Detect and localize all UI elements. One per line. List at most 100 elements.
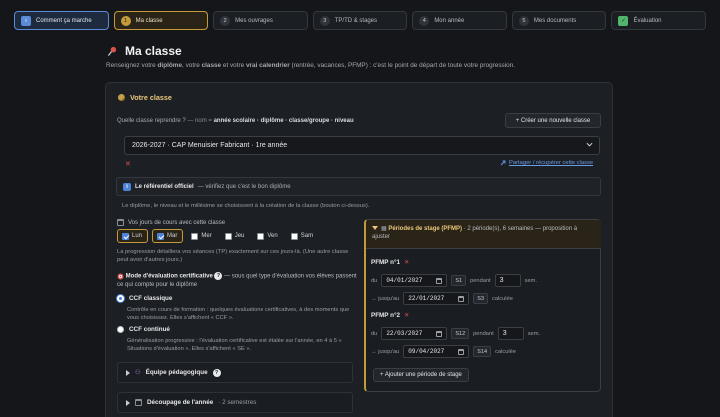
week-badge: S12 [451,328,470,339]
stage-periods-header[interactable]: ▦ Périodes de stage (PFMP) · 2 période(s… [366,220,601,249]
step-number: 2 [220,15,231,26]
delete-period-icon[interactable]: ✕ [404,259,409,266]
step-mon-annee[interactable]: 4 Mon année [412,11,507,30]
expand-icon [126,399,130,406]
team-icon: ⚇ [135,369,141,376]
card-title: Votre classe [118,93,172,102]
pfmp-1-title: PFMP n°1 ✕ [371,259,410,266]
checkbox[interactable] [122,232,129,240]
pfmp-1-weeks-input[interactable]: 3 [494,274,521,287]
day-checkbox-lun[interactable]: Lun [117,229,149,243]
calendar-icon [458,348,465,355]
info-icon: i [21,15,31,26]
help-icon[interactable]: ? [212,368,221,377]
step-mes-documents[interactable]: 5 Mes documents [511,11,607,30]
page-title-text: Ma classe [125,44,182,58]
step-label: TP/TD & stages [334,17,378,24]
step-number: 4 [419,15,430,26]
building-icon: ▦ [381,226,387,232]
checkbox[interactable] [257,232,265,240]
add-stage-period-button[interactable]: + Ajouter une période de stage [373,368,469,382]
referentiel-title: Le référentiel officiel [135,183,194,190]
step-tp-td-stages[interactable]: 3 TP/TD & stages [312,11,408,30]
radio-ccf-continue[interactable]: CCF continué [117,326,170,333]
pfmp-1-start-row: du 04/01/2027 S1 pendant 3 sem. [371,274,537,287]
day-checkbox-jeu[interactable]: Jeu [221,229,250,243]
days-note: La progression détaillera vos séances (T… [117,249,349,263]
radio-button[interactable] [117,295,124,302]
step-comment-ca-marche[interactable]: i Comment ça marche [14,11,109,30]
pfmp-2-weeks-input[interactable]: 3 [497,327,524,340]
share-class-link[interactable]: Partager / récupérer cette classe [500,160,593,166]
referentiel-text: — vérifiez que c'est le bon diplôme [197,183,291,190]
radio-button[interactable] [117,326,124,333]
pfmp-2-title: PFMP n°2 ✕ [371,312,410,319]
class-select[interactable]: 2026-2027 · CAP Menuisier Fabricant · 1r… [124,136,600,155]
calendar-icon [458,295,465,302]
week-badge: S1 [451,275,467,286]
ccf-continue-desc: Généralisation progressive : l'évaluatio… [127,338,342,352]
pfmp-2-start-date[interactable]: 22/03/2027 [381,327,448,340]
checkbox[interactable] [191,232,199,240]
pin-icon [107,46,117,56]
days-label: Vos jours de cours avec cette classe [117,219,225,226]
delete-period-icon[interactable]: ✕ [404,312,409,319]
pfmp-2-end-date[interactable]: 09/04/2027 [403,345,470,358]
evaluation-mode-label: Mode d'évaluation certificative ? — sous… [117,272,357,288]
step-number: 5 [518,15,529,26]
step-number: 1 [120,15,131,26]
step-label: Mes ouvrages [235,17,273,24]
step-label: Ma classe [135,17,163,24]
class-select-value: 2026-2027 · CAP Menuisier Fabricant · 1r… [132,142,288,149]
step-label: Évaluation [633,17,662,24]
target-icon [117,272,124,280]
step-label: Mon année [434,17,465,24]
stage-periods-panel: ▦ Périodes de stage (PFMP) · 2 période(s… [364,219,601,392]
equipe-pedagogique-section[interactable]: ⚇ Équipe pédagogique ? [117,362,353,383]
referentiel-box[interactable]: i Le référentiel officiel — vérifiez que… [116,177,601,196]
calendar-icon [135,399,142,406]
pfmp-1-end-date[interactable]: 22/01/2027 [403,292,470,305]
calendar-icon [117,219,124,226]
calendar-icon [436,330,443,337]
pfmp-1-start-date[interactable]: 04/01/2027 [381,274,448,287]
week-badge: S3 [473,293,489,304]
step-label: Mes documents [533,17,577,24]
classroom-icon [118,94,125,101]
step-ma-classe[interactable]: 1 Ma classe [113,11,209,30]
step-label: Comment ça marche [36,17,92,24]
pfmp-1-end-row: → jusqu'au 22/01/2027 S3 calculée [371,292,513,305]
week-badge: S14 [473,346,492,357]
reprendre-label: Quelle classe reprendre ? — nom = année … [117,118,354,124]
decoupage-annee-section[interactable]: Découpage de l'année · 2 semestres [117,392,353,413]
page-title: Ma classe [107,44,182,58]
chevron-down-icon [586,142,593,147]
pfmp-2-start-row: du 22/03/2027 S12 pendant 3 sem. [371,327,540,340]
create-class-button[interactable]: + Créer une nouvelle classe [505,113,601,128]
expand-icon [126,369,130,376]
step-number: 3 [319,15,330,26]
info-icon: i [123,182,131,191]
link-icon [500,160,506,166]
wizard-stepper: i Comment ça marche 1 Ma classe 2 Mes ou… [14,11,707,30]
checkbox[interactable] [290,232,298,240]
calendar-icon [436,277,443,284]
step-evaluation[interactable]: ✓ Évaluation [611,11,707,30]
votre-classe-card: Votre classe Quelle classe reprendre ? —… [105,82,613,417]
collapse-icon [372,226,378,231]
referentiel-note: Le diplôme, le niveau et le millésime se… [122,203,370,209]
checkbox[interactable] [157,232,165,240]
pfmp-2-end-row: → jusqu'au 09/04/2027 S14 calculée [371,345,516,358]
delete-class-icon[interactable]: ✕ [125,160,131,168]
days-checkbox-group: Lun Mar Mer Jeu Ven Sam [117,229,318,243]
radio-ccf-classique[interactable]: CCF classique [117,295,172,302]
page-subtitle: Renseignez votre diplôme, votre classe e… [106,62,516,69]
day-checkbox-ven[interactable]: Ven [253,229,282,243]
day-checkbox-sam[interactable]: Sam [287,229,318,243]
day-checkbox-mar[interactable]: Mar [152,229,184,243]
checkbox[interactable] [224,232,232,240]
ccf-classique-desc: Contrôle en cours de formation : quelque… [127,307,350,321]
step-mes-ouvrages[interactable]: 2 Mes ouvrages [213,11,308,30]
day-checkbox-mer[interactable]: Mer [187,229,216,243]
check-icon: ✓ [618,15,629,26]
